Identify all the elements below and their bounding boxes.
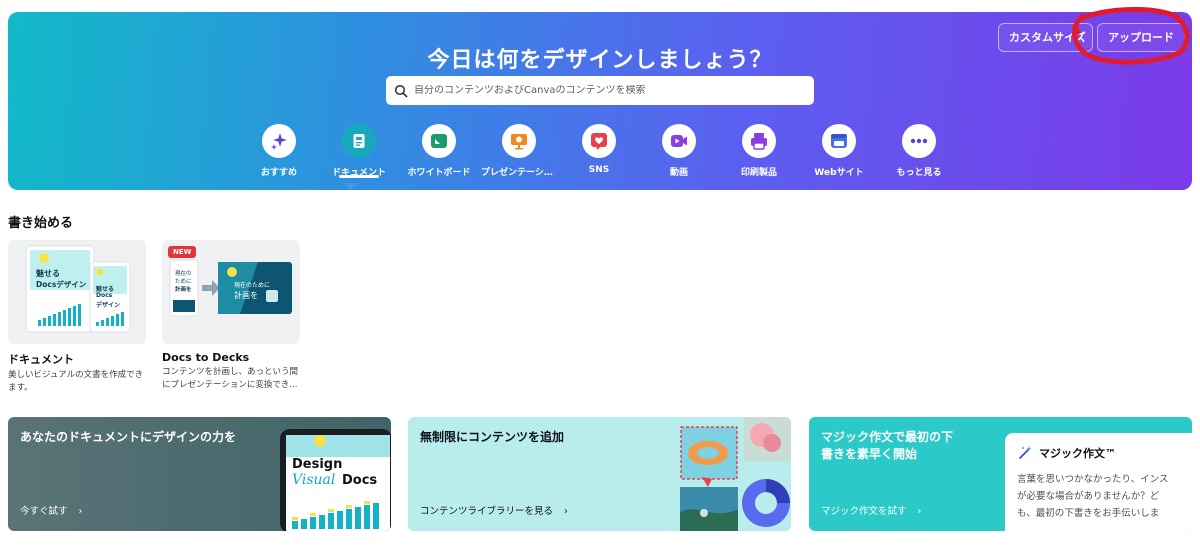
- search-bar[interactable]: [386, 76, 814, 105]
- thumb-text: 計画を: [234, 291, 258, 300]
- category-presentation[interactable]: プレゼンテーション: [479, 124, 559, 178]
- magic-write-line: が必要な場合がありませんか？ど: [1017, 491, 1160, 502]
- category-website[interactable]: Webサイト: [799, 124, 879, 178]
- template-thumbnail: 魅せる Docsデザイン 魅せる Docs デザイン: [8, 240, 146, 344]
- category-label: SNS: [588, 165, 610, 175]
- category-label: もっと見る: [896, 168, 942, 178]
- template-card-docs[interactable]: 魅せる Docsデザイン 魅せる Docs デザイン ドキュメント 美しいビジュ…: [8, 240, 146, 395]
- presentation-icon: [511, 134, 527, 150]
- category-docs[interactable]: ドキュメント: [319, 124, 399, 178]
- magic-write-title: マジック作文™: [1039, 447, 1116, 460]
- category-more[interactable]: もっと見る: [879, 124, 959, 178]
- content-collage-art: [680, 417, 791, 531]
- whiteboard-icon: [431, 134, 447, 148]
- thumb-text: ために: [175, 279, 192, 285]
- docs-thumbnail-art: [25, 245, 131, 333]
- thumb-text: 現在の: [175, 271, 192, 277]
- promo-title-line: マジック作文で最初の下: [821, 430, 954, 444]
- section-title: 書き始める: [8, 216, 74, 231]
- promo-card-magic-write[interactable]: マジック作文で最初の下 書きを素早く開始 マジック作文を試す › マジック作文™…: [809, 417, 1192, 531]
- promo-title: 無制限にコンテンツを追加: [420, 430, 565, 444]
- thumb-text: 現在のために: [234, 282, 271, 289]
- promo-link[interactable]: コンテンツライブラリーを見る ›: [420, 503, 568, 517]
- template-description: コンテンツを計画し、あっという間にプレゼンテーションに変換でき...: [162, 367, 299, 390]
- category-print[interactable]: 印刷製品: [719, 124, 799, 178]
- custom-size-button[interactable]: カスタムサイズ: [998, 23, 1093, 52]
- active-category-pointer: [344, 183, 358, 190]
- chevron-right-icon: ›: [917, 506, 922, 517]
- thumb-text: 魅せる: [36, 269, 60, 278]
- thumb-text: デザイン: [96, 302, 121, 309]
- category-label: 動画: [669, 168, 688, 178]
- active-indicator: [339, 175, 379, 178]
- template-name: Docs to Decks: [162, 351, 250, 364]
- magic-write-panel: マジック作文™ 言葉を思いつかなかったり、インス が必要な場合がありませんか？ど…: [1005, 433, 1192, 531]
- magic-write-text: 言葉を思いつかなかったり、インス が必要な場合がありませんか？ど も、最初の下書…: [1017, 471, 1192, 522]
- template-description: 美しいビジュアルの文書を作成できます。: [8, 370, 144, 393]
- promo-art-text: Design: [292, 457, 343, 472]
- category-recommended[interactable]: おすすめ: [239, 124, 319, 178]
- website-icon: [831, 134, 847, 148]
- hero-banner: 今日は何をデザインしましょう？ カスタムサイズ アップロード おすすめ: [8, 12, 1192, 190]
- promo-title: マジック作文で最初の下 書きを素早く開始: [821, 429, 953, 463]
- category-sns[interactable]: SNS: [559, 124, 639, 175]
- thumb-text: Docsデザイン: [36, 280, 87, 289]
- search-icon: [394, 84, 408, 97]
- search-input[interactable]: [414, 85, 804, 96]
- promo-art-text: Visual: [292, 472, 336, 488]
- printer-icon: [751, 133, 767, 150]
- chevron-right-icon: ›: [564, 506, 568, 517]
- promo-link-label: マジック作文を試す: [821, 506, 907, 517]
- template-name: ドキュメント: [8, 353, 74, 366]
- promo-link-label: コンテンツライブラリーを見る: [420, 506, 554, 517]
- new-badge: NEW: [168, 246, 197, 258]
- magic-write-header: マジック作文™: [1017, 445, 1192, 461]
- thumb-text: Docs: [96, 292, 113, 299]
- more-icon: [910, 138, 928, 144]
- heart-icon: [591, 133, 607, 150]
- template-card-docs-to-decks[interactable]: NEW 現在の ために 計画を 現在のために 計画を Docs to Decks…: [162, 240, 300, 392]
- template-thumbnail: NEW 現在の ために 計画を 現在のために 計画を: [162, 240, 300, 344]
- promo-art-text: Docs: [342, 473, 378, 488]
- promo-title-line: 書きを素早く開始: [821, 447, 918, 461]
- promo-card-content[interactable]: 無制限にコンテンツを追加 コンテンツライブラリーを見る ›: [408, 417, 791, 531]
- promo-card-docs[interactable]: あなたのドキュメントにデザインの力を 今すぐ試す › Design Visual…: [8, 417, 391, 531]
- magic-wand-icon: [1019, 446, 1032, 459]
- category-label: プレゼンテーション: [481, 168, 559, 178]
- document-icon: [353, 134, 365, 148]
- category-label: おすすめ: [260, 168, 297, 178]
- category-video[interactable]: 動画: [639, 124, 719, 178]
- sparkle-icon: [271, 133, 287, 150]
- promo-link[interactable]: マジック作文を試す ›: [821, 503, 921, 517]
- category-label: 印刷製品: [740, 168, 777, 178]
- category-row: おすすめ ドキュメント ホワイトボード プレゼンテーション SNS 動画 印刷製…: [8, 124, 1192, 190]
- magic-write-line: も、最初の下書きをお手伝いしま: [1017, 508, 1160, 519]
- upload-button[interactable]: アップロード: [1097, 23, 1185, 52]
- category-label: Webサイト: [814, 168, 864, 178]
- category-label: ホワイトボード: [407, 168, 471, 178]
- chevron-right-icon: ›: [78, 506, 83, 517]
- magic-write-line: 言葉を思いつかなかったり、インス: [1017, 474, 1169, 485]
- promo-link-label: 今すぐ試す: [20, 506, 68, 517]
- video-icon: [671, 135, 687, 147]
- promo-title: あなたのドキュメントにデザインの力を: [20, 430, 237, 444]
- promo-link[interactable]: 今すぐ試す ›: [20, 503, 82, 517]
- category-whiteboard[interactable]: ホワイトボード: [399, 124, 479, 178]
- thumb-text: 計画を: [175, 287, 192, 293]
